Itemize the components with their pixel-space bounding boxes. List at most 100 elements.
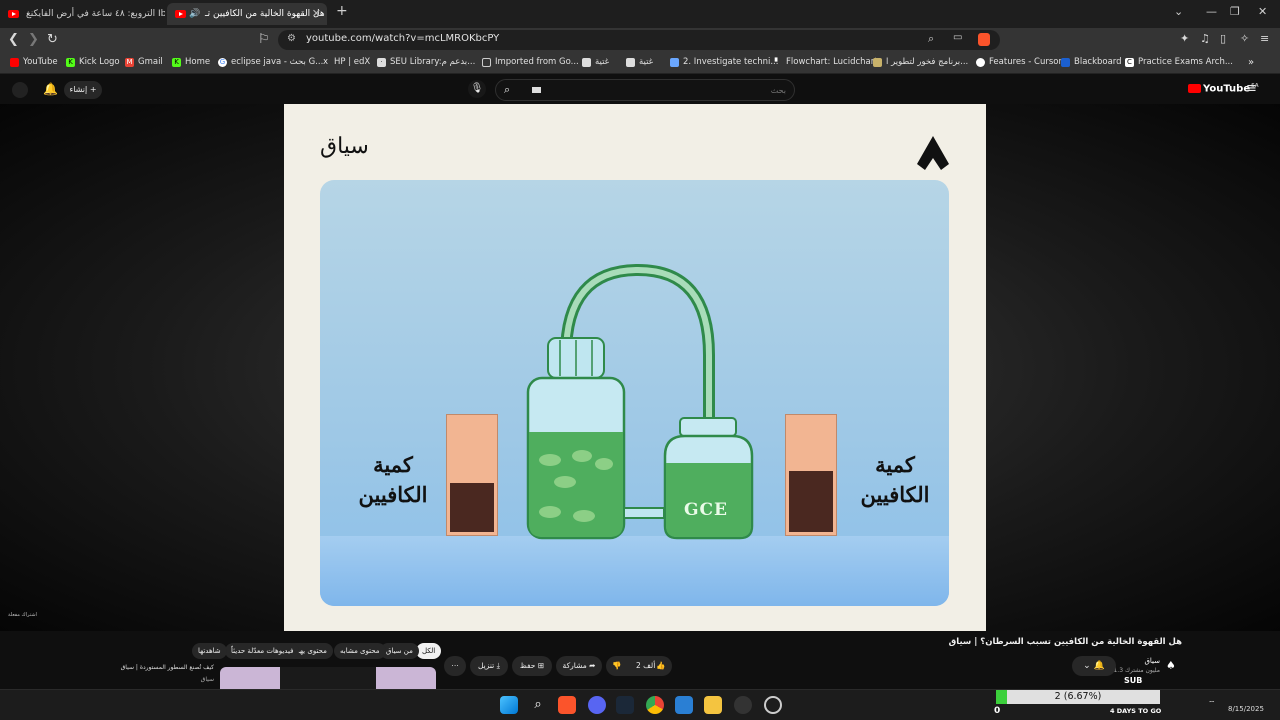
avatar[interactable] bbox=[12, 82, 28, 98]
site-info-icon[interactable]: ⚙ bbox=[287, 33, 296, 44]
tab-search-chevron-icon[interactable]: ⌄ bbox=[1174, 5, 1183, 18]
bookmark-ghataia-2[interactable]: غتية bbox=[626, 57, 653, 67]
forward-icon[interactable]: ❯ bbox=[28, 32, 39, 47]
related-video-title[interactable]: كيف تُصنع السطور المستوردة | سياق bbox=[110, 664, 214, 671]
guide-menu-icon[interactable]: ≡ bbox=[1246, 81, 1257, 96]
chip-recently-uploaded[interactable]: فيديوهات معدّلة حديثاً bbox=[225, 643, 300, 659]
youtube-icon bbox=[10, 58, 19, 67]
share-button[interactable]: مشاركة ➦ bbox=[556, 656, 602, 676]
like-count[interactable]: 2 ألف bbox=[636, 656, 655, 676]
download-button[interactable]: تنزيل ⤓ bbox=[470, 656, 508, 676]
new-tab-icon[interactable]: + bbox=[336, 3, 348, 19]
subscription-bell-button[interactable]: ⌄ 🔔 bbox=[1072, 656, 1116, 676]
obs-icon[interactable] bbox=[764, 696, 782, 714]
bookmark-blackboard[interactable]: Blackboard bbox=[1061, 57, 1122, 67]
restore-icon[interactable]: ❐ bbox=[1230, 5, 1240, 18]
bookmark-practice-exams[interactable]: C Practice Exams Arch... bbox=[1125, 57, 1233, 67]
related-video-thumbnail[interactable] bbox=[220, 667, 436, 689]
file-explorer-icon[interactable] bbox=[704, 696, 722, 714]
bookmark-edx[interactable]: X HP | edX bbox=[321, 57, 370, 67]
like-icon[interactable]: 👍 bbox=[656, 656, 665, 676]
channel-brand-title: سياق bbox=[320, 134, 369, 159]
network-icon[interactable]: ⌔ bbox=[1208, 699, 1216, 709]
dislike-icon[interactable]: 👎 bbox=[612, 656, 621, 676]
extensions-icon[interactable]: ✦ bbox=[1180, 32, 1189, 45]
sayaq-logo-icon bbox=[917, 136, 949, 170]
brave-browser-icon[interactable] bbox=[558, 696, 576, 714]
youtube-masthead: 🔔 إنشاء + 🎙 ⌕ YouTubeSA ≡ bbox=[0, 76, 1280, 104]
app-icon[interactable] bbox=[734, 696, 752, 714]
exam-icon: C bbox=[1125, 58, 1134, 67]
voice-search-icon[interactable]: 🎙 bbox=[468, 80, 486, 98]
cast-icon[interactable]: ▭ bbox=[953, 32, 962, 43]
chip-all[interactable]: الكل bbox=[416, 643, 442, 659]
reload-icon[interactable]: ↻ bbox=[47, 32, 58, 47]
video-player[interactable]: سياق كمية الكافيين كمية الكافيين GCE اشت… bbox=[0, 104, 1280, 631]
sidebar-icon[interactable]: ▯ bbox=[1220, 32, 1226, 45]
close-tab-icon[interactable]: ✕ bbox=[312, 3, 321, 25]
bookmark-icon[interactable]: ⚐ bbox=[258, 32, 270, 47]
bookmark-investigate[interactable]: 2. Investigate techni... bbox=[670, 57, 778, 67]
goal-progress-label: 2 (6.67%) bbox=[1054, 691, 1102, 702]
caffeine-meter-right bbox=[785, 414, 837, 536]
keyboard-icon[interactable] bbox=[532, 87, 541, 93]
bookmark-home[interactable]: K Home bbox=[172, 57, 210, 67]
bookmark-cursor[interactable]: Features - Cursor bbox=[976, 57, 1062, 67]
bookmark-youtube[interactable]: YouTube bbox=[10, 57, 58, 67]
chip-from-channel[interactable]: من سياق bbox=[380, 643, 419, 659]
bookmark-imported-folder[interactable]: Imported from Go... bbox=[482, 57, 579, 67]
video-title: هل القهوة الخالية من الكافيين تسبب السرط… bbox=[948, 637, 1182, 647]
close-window-icon[interactable]: ✕ bbox=[1258, 5, 1267, 18]
steam-icon[interactable] bbox=[616, 696, 634, 714]
chip-watched[interactable]: شاهدتها bbox=[192, 643, 227, 659]
chip-similar[interactable]: محتوى مشابه bbox=[334, 643, 386, 659]
bookmark-eclipse[interactable]: Geclipse java - بحث G... bbox=[218, 57, 323, 67]
media-icon[interactable]: ♫ bbox=[1200, 32, 1210, 45]
browser-tab-strip: التروبع: ٤٨ ساعة في أرض الفايكنغ Ibe 🔊 ه… bbox=[0, 0, 1280, 28]
kick-icon: K bbox=[66, 58, 75, 67]
more-bookmarks-icon[interactable]: » bbox=[1248, 57, 1254, 68]
bookmark-ghataia-1[interactable]: غتية bbox=[582, 57, 609, 67]
discord-icon[interactable] bbox=[588, 696, 606, 714]
url-text: youtube.com/watch?v=mcLMROKbcPY bbox=[306, 33, 500, 44]
bookmark-lucidchart[interactable]: ▘ Flowchart: Lucidchart bbox=[773, 57, 878, 67]
channel-avatar-icon[interactable]: ♠ bbox=[1166, 659, 1176, 672]
search-input[interactable] bbox=[546, 82, 786, 98]
caffeine-level-right bbox=[789, 471, 833, 532]
create-button[interactable]: إنشاء + bbox=[64, 81, 102, 99]
photos-icon[interactable] bbox=[675, 696, 693, 714]
gmail-icon: M bbox=[125, 58, 134, 67]
bookmark-gmail[interactable]: M Gmail bbox=[125, 57, 163, 67]
blackboard-icon bbox=[1061, 58, 1070, 67]
caffeine-label-left: كمية الكافيين bbox=[358, 452, 428, 507]
browser-tab-inactive[interactable]: التروبع: ٤٨ ساعة في أرض الفايكنغ Ibe bbox=[0, 3, 165, 25]
bookmark-seu-library[interactable]: · SEU Library:بدعم م... bbox=[377, 57, 475, 67]
minimize-icon[interactable]: — bbox=[1206, 5, 1217, 18]
days-to-go: 4 DAYS TO GO bbox=[1110, 707, 1162, 715]
bean-jar bbox=[526, 337, 626, 540]
leo-ai-icon[interactable]: ✧ bbox=[1240, 32, 1249, 45]
search-icon[interactable]: ⌕ bbox=[504, 83, 510, 97]
taskbar-date: 8/15/2025 bbox=[1228, 705, 1264, 713]
brave-shield-icon[interactable] bbox=[978, 33, 990, 46]
menu-icon[interactable]: ≡ bbox=[1260, 32, 1269, 45]
more-actions-icon[interactable]: ⋯ bbox=[444, 656, 466, 676]
like-dislike-group: 👎 2 ألف 👍 bbox=[606, 656, 672, 676]
download-icon: ⤓ bbox=[496, 661, 500, 670]
chrome-icon[interactable] bbox=[646, 696, 664, 714]
watch-metadata: هل القهوة الخالية من الكافيين تسبب السرط… bbox=[0, 631, 1280, 689]
windows-start-icon[interactable] bbox=[500, 696, 518, 714]
notifications-bell-icon[interactable]: 🔔 bbox=[43, 82, 58, 96]
bookmark-kick[interactable]: K Kick Logo bbox=[66, 57, 120, 67]
speaker-icon[interactable]: 🔊 bbox=[189, 3, 200, 25]
save-button[interactable]: حفظ ⊞ bbox=[512, 656, 552, 676]
illustration-panel: كمية الكافيين كمية الكافيين GCE bbox=[320, 180, 949, 606]
browser-tab-active[interactable]: 🔊 هل القهوة الخالية من الكافيين تـ ✕ bbox=[167, 3, 327, 25]
bookmark-program[interactable]: برنامج فخور لتطوير ا... bbox=[873, 57, 968, 67]
channel-name[interactable]: سياق bbox=[1120, 657, 1160, 665]
taskbar-search-icon[interactable]: ⌕ bbox=[529, 696, 547, 714]
zoom-icon[interactable]: ⌕ bbox=[928, 32, 934, 46]
back-icon[interactable]: ❮ bbox=[8, 32, 19, 47]
search-box[interactable]: ⌕ bbox=[495, 79, 795, 101]
address-bar[interactable]: ⚙ youtube.com/watch?v=mcLMROKbcPY ⌕ ▭ bbox=[278, 30, 1000, 50]
